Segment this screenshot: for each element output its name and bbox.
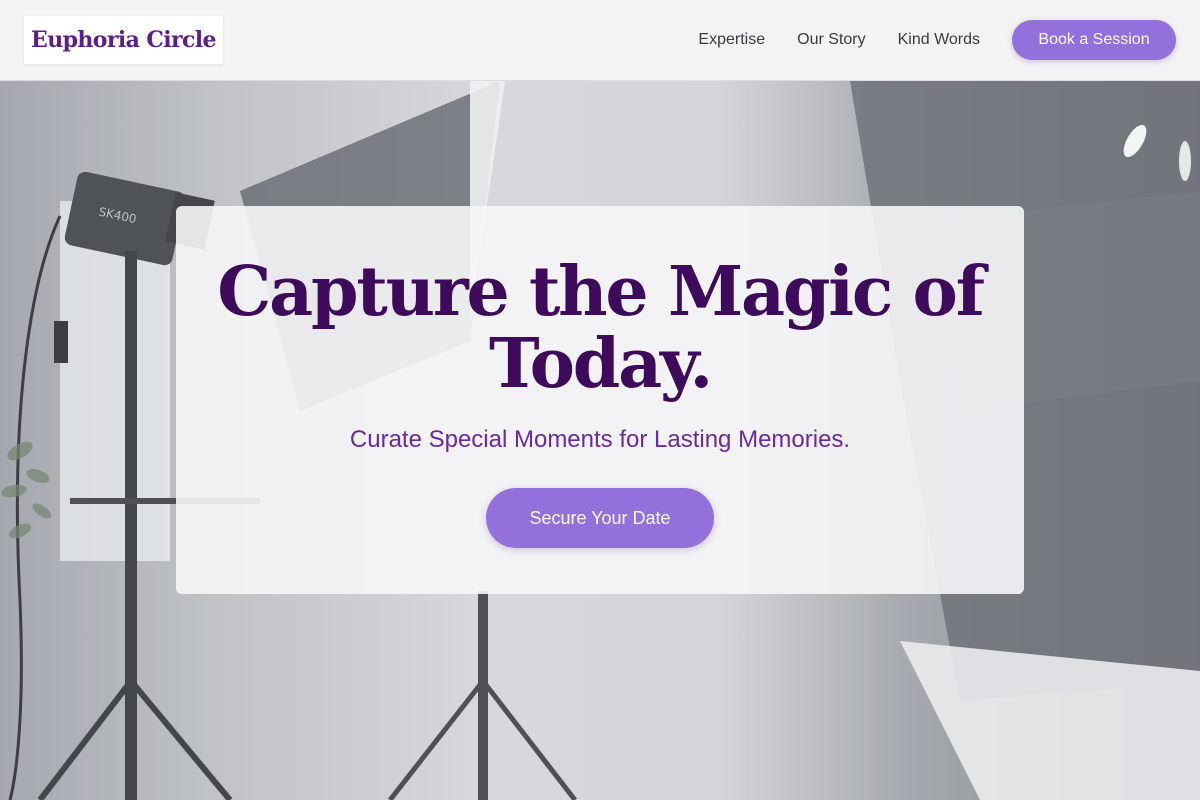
nav-link-our-story[interactable]: Our Story: [797, 31, 865, 49]
hero-headline: Capture the Magic of Today.: [176, 256, 1024, 400]
brand-name[interactable]: Euphoria Circle: [31, 27, 216, 53]
nav-link-expertise[interactable]: Expertise: [698, 31, 765, 49]
nav-link-kind-words[interactable]: Kind Words: [898, 31, 980, 49]
hero-section: SK400 Capture the Magic of Today. Curate…: [0, 81, 1200, 800]
hero-headline-line-2: Today.: [489, 324, 713, 404]
main-nav: Expertise Our Story Kind Words Book a Se…: [698, 20, 1176, 60]
brand-logo[interactable]: Euphoria Circle: [24, 16, 223, 64]
hero-subheadline: Curate Special Moments for Lasting Memor…: [349, 426, 851, 453]
hero-card: Capture the Magic of Today. Curate Speci…: [176, 206, 1024, 594]
site-header: Euphoria Circle Expertise Our Story Kind…: [0, 0, 1200, 81]
book-session-button[interactable]: Book a Session: [1012, 20, 1176, 60]
hero-headline-line-1: Capture the Magic of: [217, 252, 985, 332]
secure-date-button[interactable]: Secure Your Date: [486, 488, 714, 548]
